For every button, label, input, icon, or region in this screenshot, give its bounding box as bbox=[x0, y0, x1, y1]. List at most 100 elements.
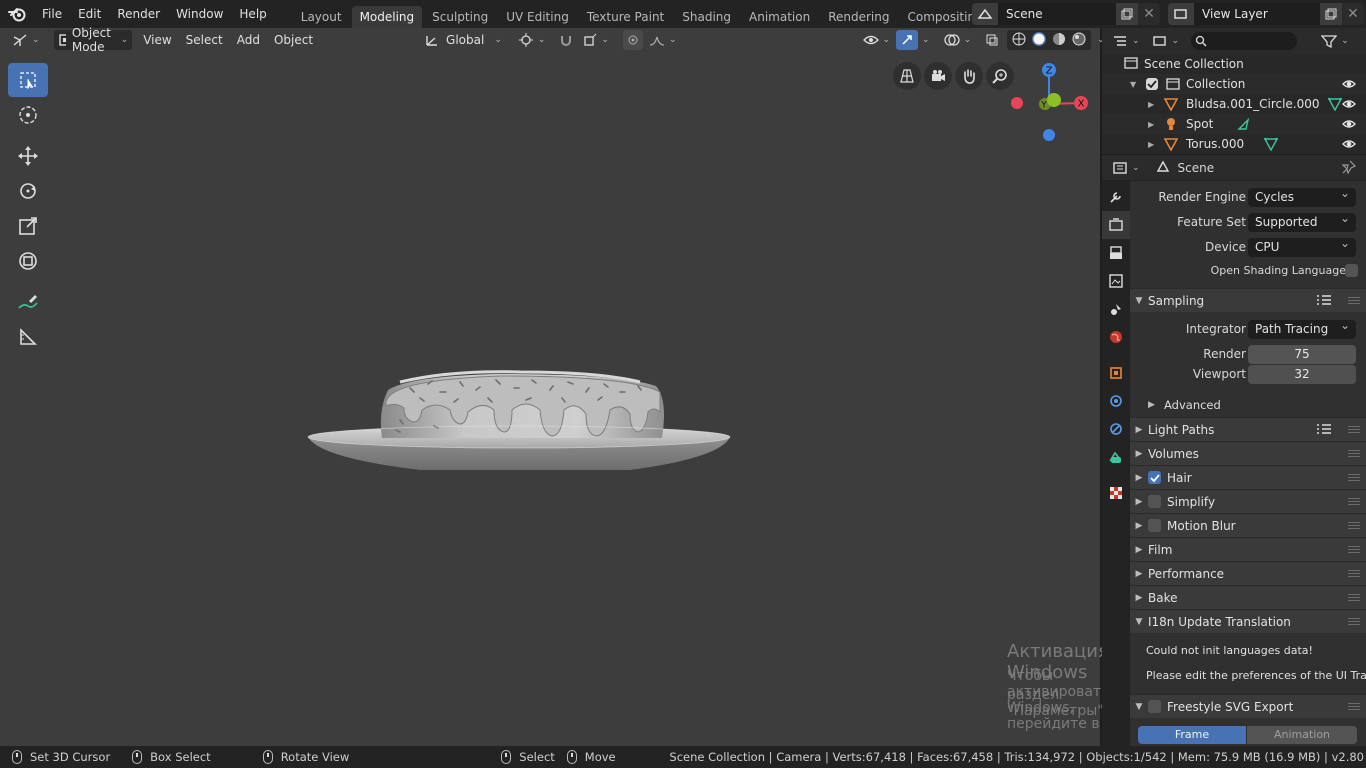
orientation-dropdown[interactable]: Global ⌄ bbox=[420, 30, 506, 50]
advanced-subpanel-header[interactable]: ▶ Advanced bbox=[1130, 393, 1366, 417]
outliner-row-spot[interactable]: ▶ Spot bbox=[1102, 114, 1366, 134]
outliner-editor-type-button[interactable]: ⌄ bbox=[1108, 31, 1144, 51]
render-samples-field[interactable]: 75 bbox=[1248, 344, 1356, 364]
pan-hand-icon[interactable] bbox=[955, 62, 983, 90]
pin-icon[interactable] bbox=[1341, 160, 1357, 177]
delete-scene-icon[interactable]: ✕ bbox=[1138, 3, 1160, 25]
collapsed-arrow-icon[interactable]: ▶ bbox=[1148, 140, 1154, 149]
hair-panel-header[interactable]: ▶ Hair bbox=[1130, 465, 1366, 489]
viewport-menu-view[interactable]: View bbox=[136, 30, 178, 50]
navigation-gizmo[interactable]: Z X Y bbox=[1005, 62, 1095, 142]
drag-handle-icon[interactable] bbox=[1348, 498, 1360, 506]
snap-toggle[interactable] bbox=[555, 30, 577, 50]
workspace-tab-animation[interactable]: Animation bbox=[741, 6, 818, 28]
scene-tab-icon[interactable] bbox=[1102, 295, 1130, 323]
blender-logo-icon[interactable] bbox=[0, 0, 34, 28]
bake-panel-header[interactable]: ▶ Bake bbox=[1130, 585, 1366, 609]
outliner-row-collection[interactable]: ▼ Collection bbox=[1102, 74, 1366, 94]
outliner-row-bludsa-001-circle-000[interactable]: ▶ Bludsa.001_Circle.000 bbox=[1102, 94, 1366, 114]
light-paths-panel-header[interactable]: ▶ Light Paths bbox=[1130, 417, 1366, 441]
render-engine-dropdown[interactable]: Cycles bbox=[1248, 184, 1356, 207]
visibility-button[interactable]: ⌄ bbox=[859, 30, 895, 50]
wireframe-shading-icon[interactable] bbox=[1011, 31, 1027, 50]
mesh-data-icon[interactable] bbox=[1263, 137, 1279, 154]
freestyle-checkbox[interactable] bbox=[1148, 700, 1161, 713]
xray-toggle[interactable] bbox=[981, 30, 1003, 50]
workspace-tab-sculpting[interactable]: Sculpting bbox=[424, 6, 496, 28]
menu-help[interactable]: Help bbox=[231, 0, 274, 28]
new-scene-icon[interactable] bbox=[1116, 3, 1138, 25]
drag-handle-icon[interactable] bbox=[1348, 297, 1360, 305]
physics-tab-icon[interactable] bbox=[1102, 415, 1130, 443]
view-layer-tab-icon[interactable] bbox=[1102, 267, 1130, 295]
scene-icon[interactable] bbox=[972, 3, 998, 25]
workspace-tab-uv-editing[interactable]: UV Editing bbox=[498, 6, 577, 28]
expand-arrow-icon[interactable]: ▼ bbox=[1130, 80, 1136, 89]
object-data-tab-icon[interactable] bbox=[1102, 443, 1130, 471]
scale-tool[interactable] bbox=[8, 209, 48, 243]
modifier-tab-icon[interactable] bbox=[1102, 387, 1130, 415]
presets-list-icon[interactable] bbox=[1316, 423, 1332, 439]
drag-handle-icon[interactable] bbox=[1348, 618, 1360, 626]
performance-panel-header[interactable]: ▶ Performance bbox=[1130, 561, 1366, 585]
eye-icon[interactable] bbox=[1342, 97, 1356, 114]
select-box-tool[interactable] bbox=[8, 63, 48, 97]
move-tool[interactable] bbox=[8, 139, 48, 173]
menu-render[interactable]: Render bbox=[109, 0, 168, 28]
device-dropdown[interactable]: CPU bbox=[1248, 234, 1356, 257]
view-layer-selector[interactable]: View Layer ✕ bbox=[1168, 3, 1364, 25]
workspace-tab-layout[interactable]: Layout bbox=[293, 6, 350, 28]
hair-checkbox[interactable] bbox=[1148, 471, 1161, 484]
simplify-checkbox[interactable] bbox=[1148, 495, 1161, 508]
motion-blur-checkbox[interactable] bbox=[1148, 519, 1161, 532]
outliner-row-scene-collection[interactable]: Scene Collection bbox=[1102, 54, 1366, 74]
mesh-data-icon[interactable] bbox=[1327, 97, 1343, 114]
gizmo-toggle[interactable] bbox=[896, 30, 919, 50]
collapsed-arrow-icon[interactable]: ▶ bbox=[1148, 120, 1154, 129]
scene-selector[interactable]: Scene ✕ bbox=[972, 3, 1160, 25]
workspace-tab-rendering[interactable]: Rendering bbox=[820, 6, 897, 28]
tool-tab-icon[interactable] bbox=[1102, 183, 1130, 211]
neg-z-axis-dot[interactable] bbox=[1043, 129, 1055, 141]
drag-handle-icon[interactable] bbox=[1348, 426, 1360, 434]
output-tab-icon[interactable] bbox=[1102, 239, 1130, 267]
drag-handle-icon[interactable] bbox=[1348, 474, 1360, 482]
sampling-panel-header[interactable]: ▼ Sampling bbox=[1130, 288, 1366, 312]
pivot-point-button[interactable]: ⌄ bbox=[514, 30, 550, 50]
view-layer-icon[interactable] bbox=[1168, 3, 1194, 25]
transform-tool[interactable] bbox=[8, 244, 48, 278]
display-mode-button[interactable]: ⌄ bbox=[1148, 31, 1184, 51]
feature-set-dropdown[interactable]: Supported bbox=[1248, 209, 1356, 232]
eye-icon[interactable] bbox=[1342, 77, 1356, 94]
drag-handle-icon[interactable] bbox=[1348, 450, 1360, 458]
neg-x-axis-dot[interactable] bbox=[1011, 97, 1023, 109]
gizmo-dropdown-icon[interactable]: ⌄ bbox=[922, 35, 930, 45]
cake-on-plate-model[interactable] bbox=[300, 340, 740, 470]
light-data-icon[interactable] bbox=[1236, 117, 1250, 134]
rendered-shading-icon[interactable] bbox=[1071, 31, 1087, 50]
menu-file[interactable]: File bbox=[34, 0, 70, 28]
menu-edit[interactable]: Edit bbox=[70, 0, 109, 28]
menu-window[interactable]: Window bbox=[168, 0, 231, 28]
properties-editor-type-button[interactable]: ⌄ bbox=[1108, 158, 1144, 178]
world-tab-icon[interactable] bbox=[1102, 323, 1130, 351]
presets-list-icon[interactable] bbox=[1316, 294, 1332, 310]
filter-button[interactable]: ⌄ bbox=[1317, 31, 1353, 51]
material-shading-icon[interactable] bbox=[1051, 31, 1067, 50]
texture-tab-icon[interactable] bbox=[1102, 479, 1130, 507]
drag-handle-icon[interactable] bbox=[1348, 570, 1360, 578]
viewport-menu-add[interactable]: Add bbox=[230, 30, 267, 50]
simplify-panel-header[interactable]: ▶ Simplify bbox=[1130, 489, 1366, 513]
3d-viewport[interactable]: ⌄ Object Mode ⌄ View Select Add Object Globa… bbox=[0, 26, 1109, 746]
motion-blur-panel-header[interactable]: ▶ Motion Blur bbox=[1130, 513, 1366, 537]
volumes-panel-header[interactable]: ▶ Volumes bbox=[1130, 441, 1366, 465]
workspace-tab-texture-paint[interactable]: Texture Paint bbox=[579, 6, 672, 28]
exclude-checkbox[interactable] bbox=[1146, 78, 1158, 90]
outliner-row-torus-000[interactable]: ▶ Torus.000 bbox=[1102, 134, 1366, 154]
solid-shading-icon[interactable] bbox=[1031, 31, 1047, 50]
drag-handle-icon[interactable] bbox=[1348, 594, 1360, 602]
cursor-tool[interactable] bbox=[8, 98, 48, 132]
measure-tool[interactable] bbox=[8, 320, 48, 354]
collapsed-arrow-icon[interactable]: ▶ bbox=[1148, 100, 1154, 109]
workspace-tab-shading[interactable]: Shading bbox=[674, 6, 739, 28]
